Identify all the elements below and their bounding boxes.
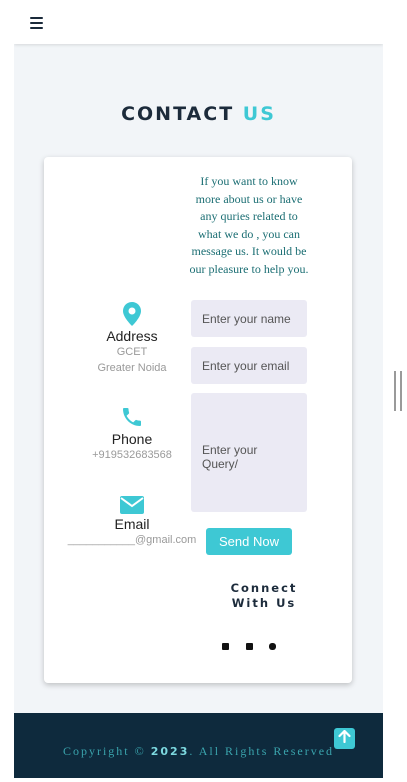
copyright-text: Copyright © 2023. All Rights Reserved	[14, 744, 383, 759]
query-field[interactable]	[191, 393, 307, 512]
email-label: Email	[114, 516, 150, 532]
email-block: Email ___________@gmail.com	[62, 496, 202, 548]
name-field[interactable]	[191, 300, 307, 337]
hamburger-icon[interactable]	[30, 17, 43, 29]
map-pin-icon	[62, 302, 202, 326]
envelope-icon	[62, 496, 202, 514]
email-field[interactable]	[191, 347, 307, 384]
page: CONTACT US If you want to know more abou…	[14, 4, 383, 778]
page-title-accent: US	[242, 103, 276, 125]
instagram-icon[interactable]	[269, 643, 276, 650]
phone-block: Phone +919532683568	[62, 405, 202, 463]
address-line1: GCET	[116, 346, 148, 358]
contact-card: If you want to know more about us or hav…	[44, 157, 352, 683]
navbar	[14, 4, 383, 44]
email-value: ___________@gmail.com	[67, 534, 197, 546]
page-title: CONTACT US	[14, 103, 383, 125]
footer: Copyright © 2023. All Rights Reserved	[14, 713, 383, 778]
linkedin-icon[interactable]	[222, 643, 229, 650]
copyright-suffix: . All Rights Reserved	[189, 744, 335, 758]
address-block: Address GCET Greater Noida	[62, 302, 202, 376]
phone-icon	[62, 405, 202, 429]
arrow-up-icon	[338, 729, 351, 748]
phone-value: +919532683568	[92, 449, 172, 461]
connect-line1: Connect	[230, 581, 298, 595]
scroll-to-top-button[interactable]	[334, 728, 355, 749]
address-label: Address	[106, 328, 158, 344]
phone-label: Phone	[111, 431, 153, 447]
send-now-button[interactable]: Send Now	[206, 528, 292, 555]
drag-handle[interactable]	[394, 371, 402, 411]
connect-heading: Connect With Us	[224, 581, 304, 611]
intro-text: If you want to know more about us or hav…	[189, 174, 309, 276]
connect-line2: With Us	[231, 596, 297, 610]
youtube-icon[interactable]	[246, 643, 253, 650]
page-title-main: CONTACT	[121, 103, 235, 125]
address-line2: Greater Noida	[97, 362, 167, 374]
copyright-prefix: Copyright ©	[62, 744, 151, 758]
copyright-year: 2023	[150, 745, 190, 758]
